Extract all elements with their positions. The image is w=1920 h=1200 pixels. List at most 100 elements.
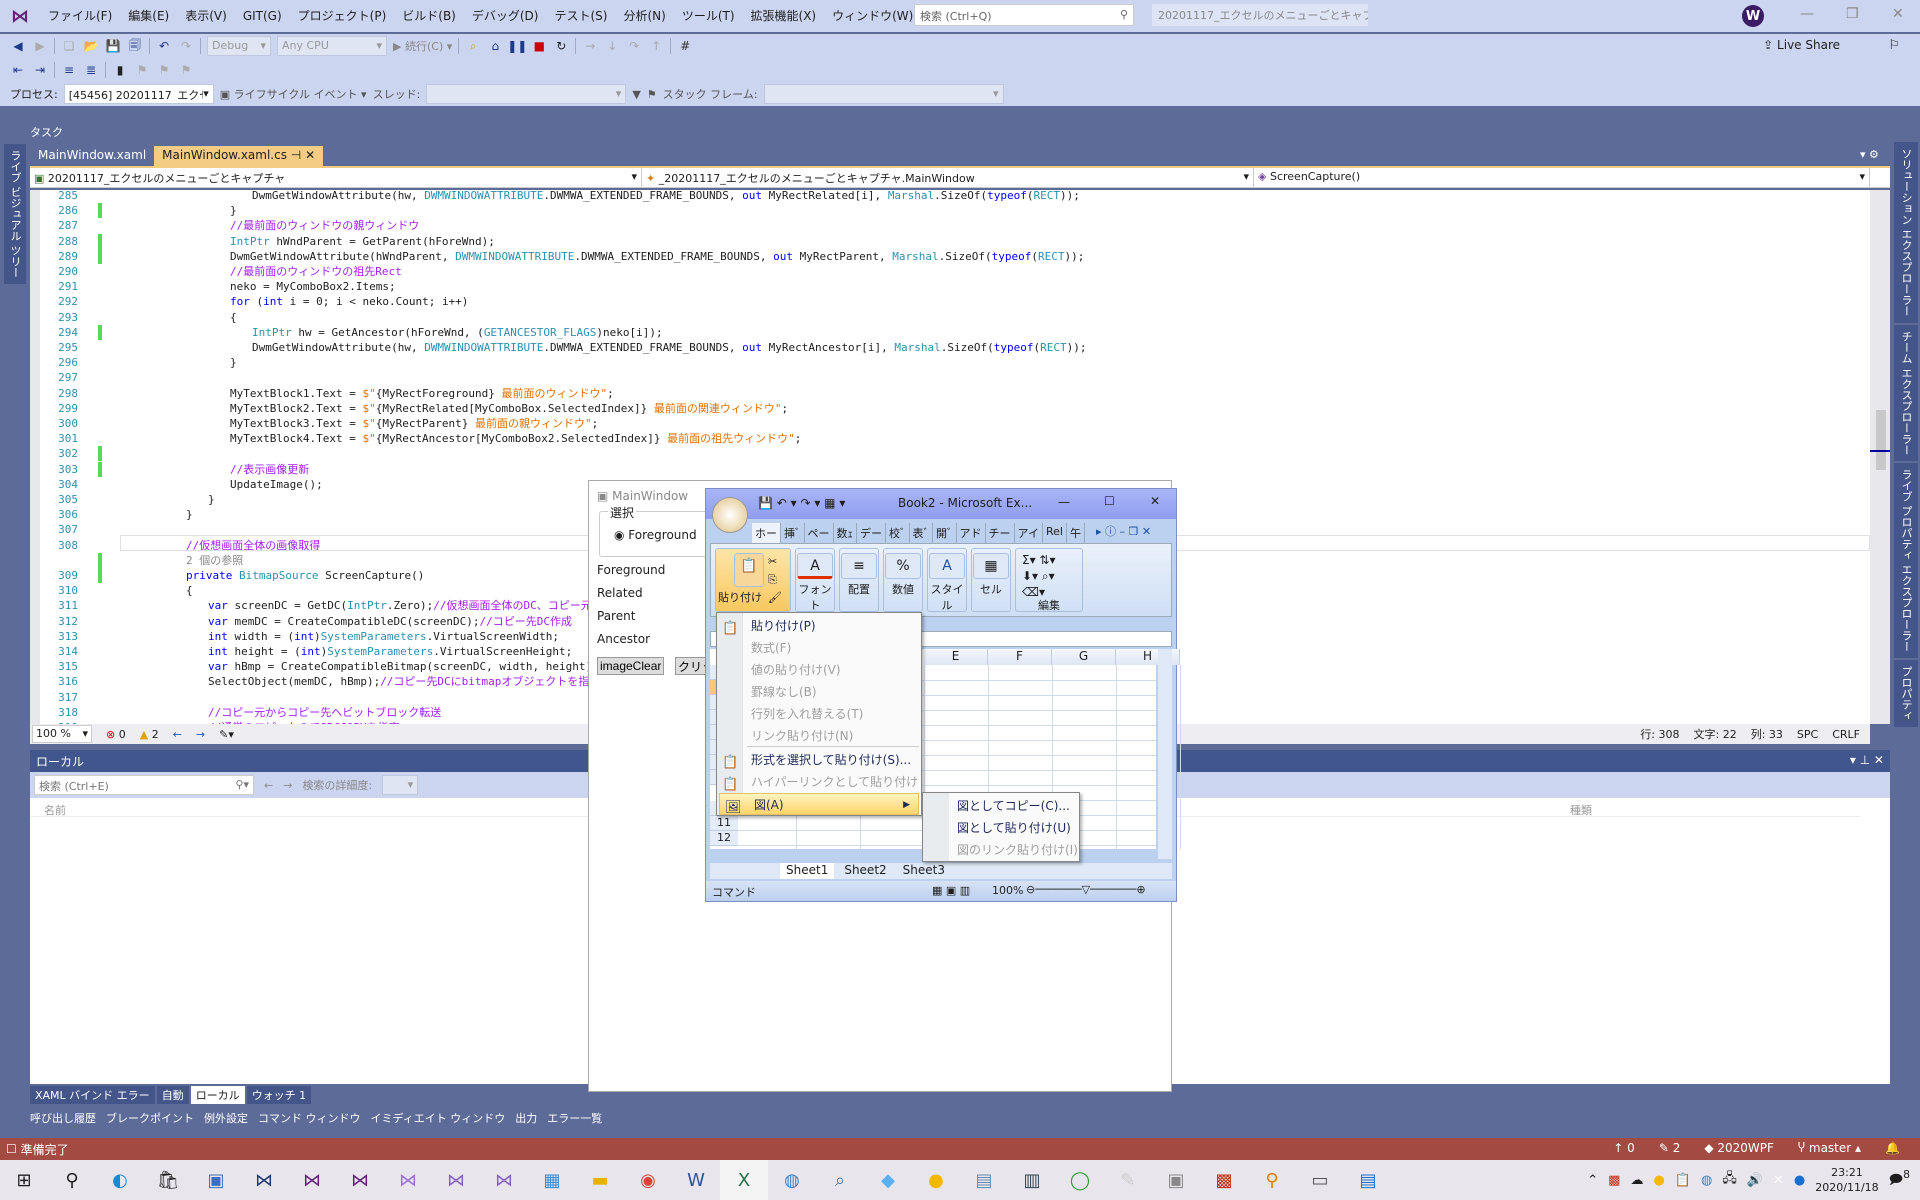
sheet-tab[interactable]: Sheet2 xyxy=(838,863,892,879)
network-icon[interactable]: 🖧 xyxy=(1722,1169,1737,1191)
search-depth-select[interactable]: ▾ xyxy=(382,775,419,795)
menu-item[interactable]: ファイル(F) xyxy=(40,0,120,32)
sheet-tab[interactable]: Sheet1 xyxy=(780,863,835,879)
debug-tab[interactable]: 自動 xyxy=(156,1086,189,1104)
tool-window-tab[interactable]: コマンド ウィンドウ xyxy=(258,1110,361,1126)
new-item-icon[interactable]: ❏ xyxy=(61,38,77,54)
debug-tab[interactable]: ウォッチ 1 xyxy=(246,1086,312,1104)
menu-item[interactable]: 行列を入れ替える(T) xyxy=(717,703,921,725)
column-header[interactable]: E xyxy=(924,649,988,665)
next-bookmark-icon[interactable]: ⚑ xyxy=(156,62,172,78)
process-select[interactable]: [45456] 20201117_エクセルのメニューご▾ xyxy=(63,84,214,104)
stack-frame-select[interactable]: ▾ xyxy=(763,84,1004,104)
autosum-icon[interactable]: Σ▾ ⇅▾ xyxy=(1022,553,1056,567)
search-file-icon[interactable]: ⚲ xyxy=(1248,1160,1296,1200)
editor-scrollbar[interactable] xyxy=(1870,190,1890,724)
menu-item[interactable]: 📋 貼り付け(P) xyxy=(717,615,921,637)
vs-search-input[interactable]: 検索 (Ctrl+Q) ⚲ xyxy=(914,4,1134,26)
save-all-icon[interactable]: 🗐 xyxy=(127,38,143,54)
menu-item[interactable]: リンク貼り付け(N) xyxy=(717,725,921,747)
alignment-group[interactable]: ≡ 配置 xyxy=(839,548,879,612)
project-dropdown[interactable]: ▣ 20201117_エクセルのメニューごとキャプチャ ▾ xyxy=(30,168,642,188)
vs-icon[interactable]: ⋈ xyxy=(336,1160,384,1200)
clear-icon[interactable]: ⌫▾ xyxy=(1022,585,1045,599)
menu-item[interactable]: 📋ハイパーリンクとして貼り付け(H) xyxy=(717,771,921,811)
avatar[interactable]: W xyxy=(1742,5,1764,27)
menu-item[interactable]: 編集(E) xyxy=(120,0,177,32)
hex-display-icon[interactable]: # xyxy=(677,38,693,54)
action-center-icon[interactable]: 🗩8 xyxy=(1889,1168,1910,1192)
tray-expand-icon[interactable]: ⌃ xyxy=(1587,1173,1598,1188)
inspect-icon[interactable]: ⌕ xyxy=(816,1160,864,1200)
feedback-icon[interactable]: ⚐ xyxy=(1888,38,1900,53)
ribbon-tab[interactable]: Rel xyxy=(1043,523,1067,543)
search-back-icon[interactable]: ← xyxy=(264,779,273,792)
forward-icon[interactable]: ▶ xyxy=(32,38,48,54)
ribbon-tab[interactable]: アイ xyxy=(1015,523,1043,543)
ribbon-tab[interactable]: ホー xyxy=(752,523,781,543)
ribbon-tab[interactable]: 数ｪ xyxy=(834,523,857,543)
tray-globe-icon[interactable]: ◍ xyxy=(1701,1173,1712,1188)
menu-item[interactable]: 分析(N) xyxy=(615,0,673,32)
code-cleanup-icon[interactable]: ✎▾ xyxy=(219,728,234,741)
vs-icon[interactable]: ⋈ xyxy=(288,1160,336,1200)
right-tool-tab[interactable]: チーム エクスプローラー xyxy=(1894,324,1918,461)
excel-close-button[interactable]: ✕ xyxy=(1150,494,1160,508)
clipboard-icon[interactable]: 📋 xyxy=(1675,1173,1691,1188)
bookmark-icon[interactable]: ▮ xyxy=(112,62,128,78)
calculator-icon[interactable]: ▥ xyxy=(1008,1160,1056,1200)
menu-item[interactable]: プロジェクト(P) xyxy=(290,0,395,32)
zoom-slider[interactable]: ⊖───────▽───────⊕ xyxy=(1026,883,1146,896)
thread-select[interactable]: ▾ xyxy=(426,84,627,104)
column-header[interactable]: F xyxy=(988,649,1052,665)
debug-tab[interactable]: ローカル xyxy=(190,1086,245,1104)
menu-item[interactable]: 数式(F) xyxy=(717,637,921,659)
menu-item[interactable]: ビルド(B) xyxy=(394,0,464,32)
zoom-select[interactable]: 100 % ▾ xyxy=(32,725,92,743)
excel-minimize-button[interactable]: — xyxy=(1058,495,1070,509)
step-into-icon[interactable]: ↓ xyxy=(604,38,620,54)
clock[interactable]: 23:21 2020/11/18 xyxy=(1815,1165,1878,1195)
paste-group[interactable]: 📋 貼り付け ✂ ⎘ 🖌 xyxy=(715,548,791,612)
class-dropdown[interactable]: ✦ _20201117_エクセルのメニューごとキャプチャ.MainWindow ▾ xyxy=(642,168,1254,188)
menu-item[interactable]: 拡張機能(X) xyxy=(743,0,825,32)
ribbon-tab[interactable]: アド xyxy=(957,523,986,543)
prev-bookmark-icon[interactable]: ⚑ xyxy=(134,62,150,78)
onedrive-icon[interactable]: ☁ xyxy=(1630,1173,1643,1188)
pin-icon[interactable]: ⊣ ✕ xyxy=(287,148,315,162)
font-group[interactable]: A フォント xyxy=(795,548,835,612)
sheet-tab[interactable]: Sheet3 xyxy=(897,863,951,879)
restart-icon[interactable]: ↻ xyxy=(553,38,569,54)
minimize-button[interactable]: — xyxy=(1800,6,1814,22)
number-group[interactable]: % 数値 xyxy=(883,548,923,612)
tool-window-tab[interactable]: 例外設定 xyxy=(204,1110,248,1126)
app-icon[interactable]: ◆ xyxy=(864,1160,912,1200)
ribbon-help-controls[interactable]: ▸ ⓘ – ❐ ✕ xyxy=(1096,523,1151,539)
pending-changes-indicator[interactable]: ✎ 2 xyxy=(1659,1141,1681,1155)
lifecycle-events-button[interactable]: ▣ ライフサイクル イベント ▾ xyxy=(220,86,367,102)
styles-group[interactable]: A スタイル xyxy=(927,548,967,612)
menu-item[interactable]: 表示(V) xyxy=(177,0,235,32)
excel-icon[interactable]: X xyxy=(720,1160,768,1200)
close-x-icon[interactable]: ✕ xyxy=(1773,1173,1784,1188)
fill-icon[interactable]: ⬇▾ ⌕▾ xyxy=(1022,569,1055,584)
word-icon[interactable]: W xyxy=(672,1160,720,1200)
tool-window-tab[interactable]: ブレークポイント xyxy=(106,1110,194,1126)
monitor-icon[interactable]: ▭ xyxy=(1296,1160,1344,1200)
ribbon-tab[interactable]: デー xyxy=(857,523,886,543)
indent-icon[interactable]: ⇥ xyxy=(32,62,48,78)
menu-item[interactable]: 🖼 図(A) ▶ xyxy=(719,793,919,815)
menu-item[interactable]: 罫線なし(B) xyxy=(717,681,921,703)
start-icon[interactable]: ⊞ xyxy=(0,1160,48,1200)
menu-item[interactable]: 📋 形式を選択して貼り付け(S)... xyxy=(717,749,921,771)
vs-icon[interactable]: ⋈ xyxy=(384,1160,432,1200)
scroll-thumb[interactable] xyxy=(1876,410,1886,470)
menu-item[interactable]: ツール(T) xyxy=(674,0,743,32)
ribbon-tab[interactable]: 表ﾞ xyxy=(910,523,933,543)
excel-maximize-button[interactable]: ☐ xyxy=(1104,494,1115,508)
ribbon-tab[interactable]: チー xyxy=(986,523,1015,543)
xaml-hot-reload-icon[interactable]: ⌂ xyxy=(487,38,503,54)
image-clear-button[interactable]: imageClear xyxy=(597,657,665,675)
tray-yellow-icon[interactable]: ● xyxy=(1653,1173,1664,1188)
ribbon-tab[interactable]: 校ﾞ xyxy=(886,523,910,543)
